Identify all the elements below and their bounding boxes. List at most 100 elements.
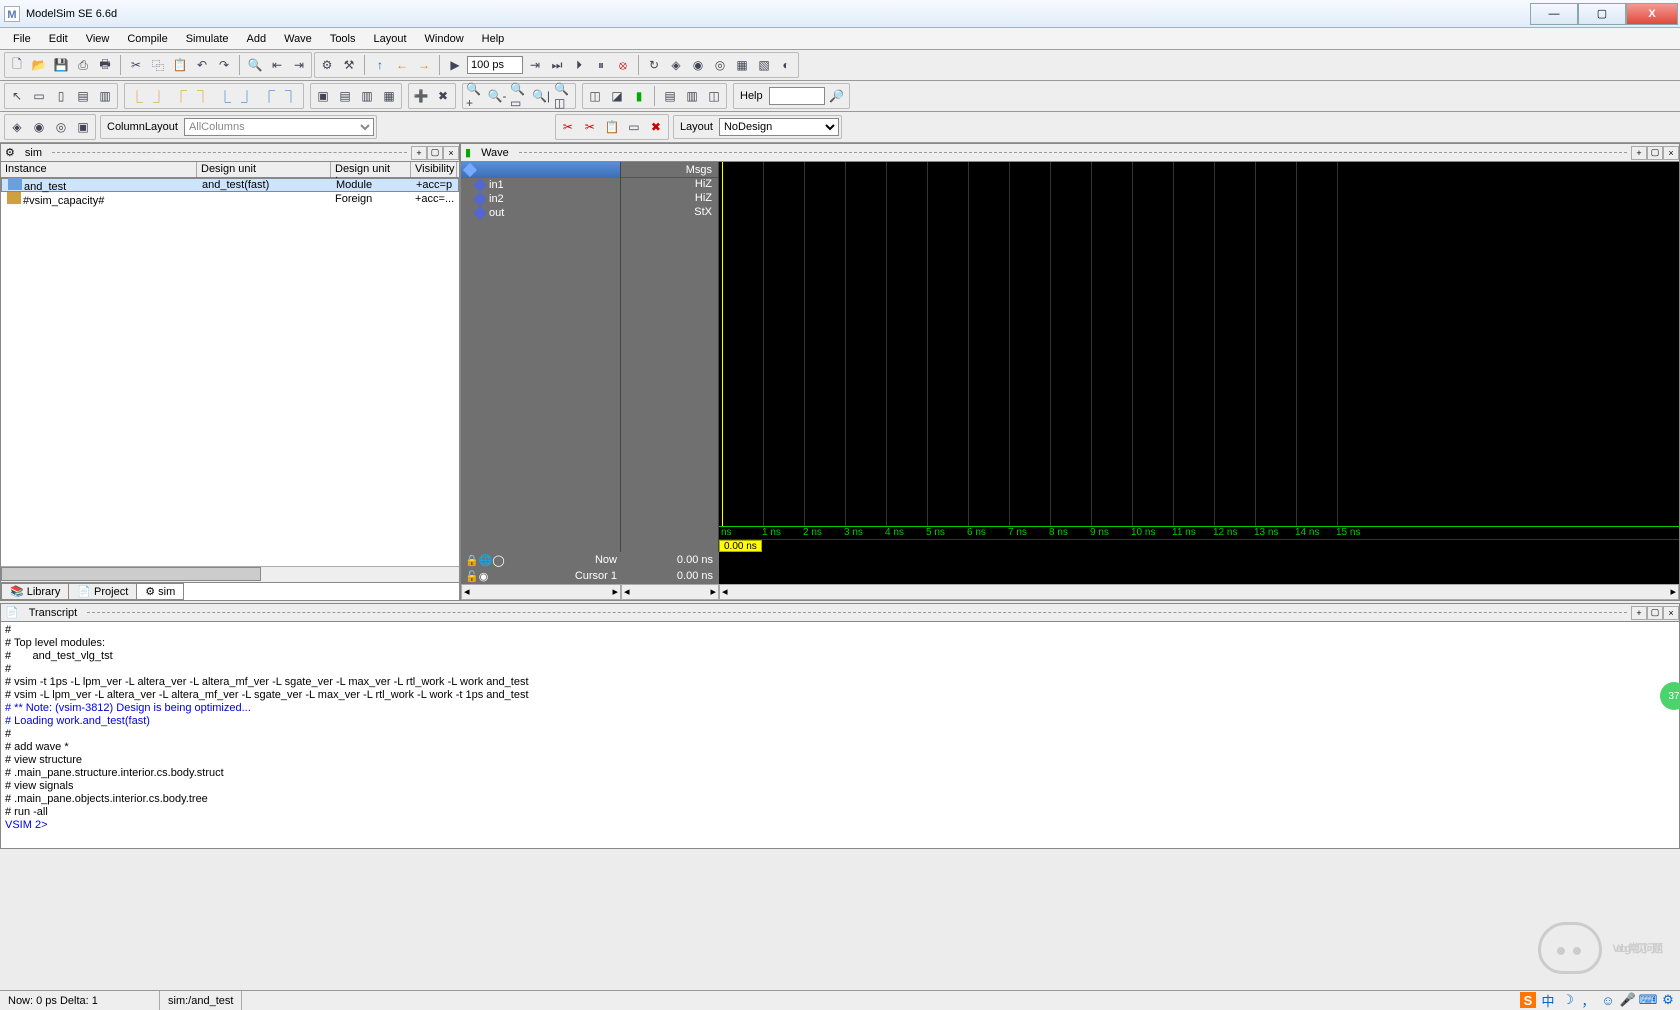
zoom-area-icon[interactable]: 🔍◫ — [553, 86, 573, 106]
stop-icon[interactable]: ⦻ — [613, 55, 633, 75]
tray-settings-icon[interactable]: ⚙ — [1660, 992, 1676, 1008]
tool-a-icon[interactable]: ◈ — [666, 55, 686, 75]
signal-row[interactable]: in2 — [461, 192, 620, 206]
tray-mic-icon[interactable]: 🎤 — [1620, 992, 1636, 1008]
view2-icon[interactable]: ◪ — [607, 86, 627, 106]
edge5-icon[interactable]: ⎿ — [215, 86, 235, 106]
sim-col-header[interactable]: Design unit — [197, 162, 331, 177]
run-continue-icon[interactable]: ⏵ — [569, 55, 589, 75]
panel-max-icon[interactable]: ▢ — [427, 146, 443, 160]
wave-scrollbars[interactable]: ◂▸ ◂▸ ◂▸ — [461, 584, 1679, 600]
menu-wave[interactable]: Wave — [275, 31, 321, 47]
edge8-icon[interactable]: ⏋ — [281, 86, 301, 106]
view3-icon[interactable]: ▮ — [629, 86, 649, 106]
tool2d-icon[interactable]: ▥ — [95, 86, 115, 106]
print-icon[interactable]: 🖶 — [95, 55, 115, 75]
save-icon[interactable]: 💾 — [51, 55, 71, 75]
sim-tab-project[interactable]: 📄Project — [68, 583, 137, 600]
tool-b-icon[interactable]: ◉ — [688, 55, 708, 75]
select-icon[interactable]: ↖ — [7, 86, 27, 106]
wave-close-icon[interactable]: × — [1663, 146, 1679, 160]
group3-icon[interactable]: ▥ — [357, 86, 377, 106]
break-icon[interactable]: ⏸ — [591, 55, 611, 75]
find-icon[interactable]: 🔍 — [245, 55, 265, 75]
ts-max-icon[interactable]: ▢ — [1647, 606, 1663, 620]
group4-icon[interactable]: ▦ — [379, 86, 399, 106]
wave-cursor[interactable] — [722, 162, 723, 526]
sim-tree[interactable]: and_testand_test(fast)Module+acc=p#vsim_… — [1, 178, 459, 566]
run-all-icon[interactable]: ⏭ — [547, 55, 567, 75]
edge1-icon[interactable]: ⎿ — [127, 86, 147, 106]
group1-icon[interactable]: ▣ — [313, 86, 333, 106]
view1-icon[interactable]: ◫ — [585, 86, 605, 106]
ts-close-icon[interactable]: × — [1663, 606, 1679, 620]
tool2c-icon[interactable]: ▤ — [73, 86, 93, 106]
tool-c-icon[interactable]: ◎ — [710, 55, 730, 75]
cut-red-icon[interactable]: ✂ — [558, 117, 578, 137]
sim-row[interactable]: and_testand_test(fast)Module+acc=p — [1, 178, 459, 192]
layout2-icon[interactable]: ◉ — [29, 117, 49, 137]
sim-col-header[interactable]: Design unit type — [331, 162, 411, 177]
run-icon[interactable]: ▶ — [445, 55, 465, 75]
view5-icon[interactable]: ▥ — [682, 86, 702, 106]
redo-icon[interactable]: ↷ — [214, 55, 234, 75]
layout1-icon[interactable]: ◈ — [7, 117, 27, 137]
menu-view[interactable]: View — [77, 31, 119, 47]
menu-help[interactable]: Help — [473, 31, 514, 47]
edge3-icon[interactable]: ⎾ — [171, 86, 191, 106]
view4-icon[interactable]: ▤ — [660, 86, 680, 106]
step-up-icon[interactable]: ↑ — [370, 55, 390, 75]
step-fwd-icon[interactable]: → — [414, 55, 434, 75]
find-next-icon[interactable]: ⇥ — [289, 55, 309, 75]
wave-tool-icons2[interactable]: 🔓◉ — [465, 570, 488, 583]
menu-window[interactable]: Window — [416, 31, 473, 47]
cursor-value-box[interactable]: 0.00 ns — [719, 540, 762, 552]
waveform-display[interactable]: ns1 ns2 ns3 ns4 ns5 ns6 ns7 ns8 ns9 ns10… — [719, 162, 1679, 552]
tool2b-icon[interactable]: ▯ — [51, 86, 71, 106]
layout4-icon[interactable]: ▣ — [73, 117, 93, 137]
run-time-input[interactable] — [467, 56, 523, 74]
help-input[interactable] — [769, 87, 825, 105]
ts-pin-icon[interactable]: + — [1631, 606, 1647, 620]
sim-tab-sim[interactable]: ⚙sim — [136, 583, 184, 600]
edge2-icon[interactable]: ⏌ — [149, 86, 169, 106]
signal-row[interactable]: out — [461, 206, 620, 220]
tray-emoji-icon[interactable]: ☺ — [1600, 992, 1616, 1008]
panel-close-icon[interactable]: × — [443, 146, 459, 160]
wave-pin-icon[interactable]: + — [1631, 146, 1647, 160]
find-prev-icon[interactable]: ⇤ — [267, 55, 287, 75]
save-all-icon[interactable]: ⎙ — [73, 55, 93, 75]
tool-f-icon[interactable]: ◐ — [776, 55, 796, 75]
cut-icon[interactable]: ✂ — [126, 55, 146, 75]
edge6-icon[interactable]: ⏌ — [237, 86, 257, 106]
sim-tab-library[interactable]: 📚Library — [1, 583, 69, 600]
menu-simulate[interactable]: Simulate — [177, 31, 238, 47]
cut2-icon[interactable]: ✂ — [580, 117, 600, 137]
column-layout-select[interactable]: AllColumns — [184, 118, 374, 136]
minimize-button[interactable]: — — [1530, 3, 1578, 25]
del-icon[interactable]: ▭ — [624, 117, 644, 137]
transcript-body[interactable]: ## Top level modules:# and_test_vlg_tst#… — [1, 622, 1679, 848]
group2-icon[interactable]: ▤ — [335, 86, 355, 106]
new-icon[interactable]: 🗋 — [7, 55, 27, 75]
menu-layout[interactable]: Layout — [365, 31, 416, 47]
close-button[interactable]: X — [1626, 3, 1678, 25]
open-icon[interactable]: 📂 — [29, 55, 49, 75]
sim-col-header[interactable]: Instance — [1, 162, 197, 177]
tray-moon-icon[interactable]: ☽ — [1560, 992, 1576, 1008]
tray-lang-icon[interactable]: 中 — [1540, 992, 1556, 1008]
undo-icon[interactable]: ↶ — [192, 55, 212, 75]
signal-row[interactable]: in1 — [461, 178, 620, 192]
tray-punct-icon[interactable]: ， — [1580, 992, 1596, 1008]
copy-icon[interactable]: ⿻ — [148, 55, 168, 75]
view6-icon[interactable]: ◫ — [704, 86, 724, 106]
menu-file[interactable]: File — [4, 31, 40, 47]
sim-col-header[interactable]: Visibility — [411, 162, 457, 177]
menu-edit[interactable]: Edit — [40, 31, 77, 47]
del2-icon[interactable]: ✖ — [646, 117, 666, 137]
zoom-full-icon[interactable]: 🔍▭ — [509, 86, 529, 106]
add-wave-icon[interactable]: ➕ — [411, 86, 431, 106]
menu-compile[interactable]: Compile — [118, 31, 176, 47]
layout-select[interactable]: NoDesign — [719, 118, 839, 136]
sim-hscroll[interactable] — [1, 566, 459, 582]
